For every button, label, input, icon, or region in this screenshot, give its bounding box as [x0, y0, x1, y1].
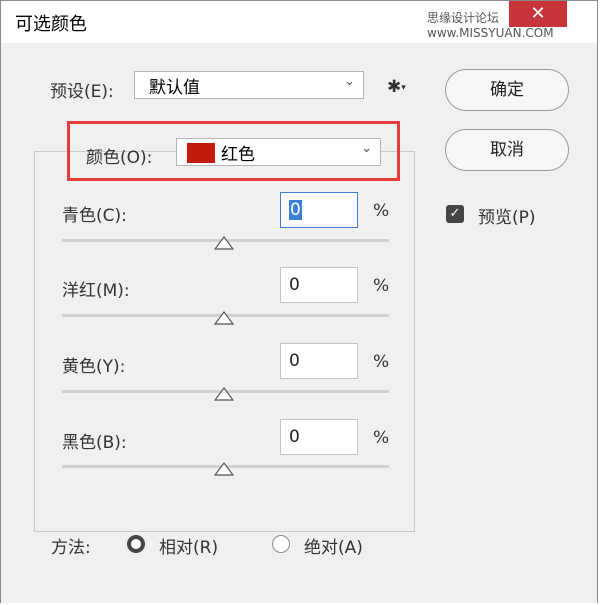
- gear-icon: ✱: [387, 77, 402, 97]
- preview-label: 预览(P): [478, 208, 536, 228]
- caret-down-icon: ▾: [401, 83, 406, 93]
- preset-label: 预设(E):: [50, 82, 114, 102]
- absolute-label: 绝对(A): [304, 538, 363, 558]
- selective-color-dialog: 可选颜色 思缘设计论坛 www.MISSYUAN.COM ✕ 预设(E): 默认…: [0, 0, 598, 603]
- yellow-slider-thumb[interactable]: [214, 387, 234, 401]
- black-value: 0: [289, 427, 300, 447]
- magenta-value: 0: [289, 275, 300, 295]
- cancel-button[interactable]: 取消: [445, 129, 569, 171]
- title-bar: 可选颜色 思缘设计论坛 www.MISSYUAN.COM ✕: [1, 1, 597, 43]
- dialog-body: 预设(E): 默认值 ⌄ ✱▾ 确定 取消 颜色(O): 红色 ⌄ 青色(C):…: [1, 43, 597, 603]
- chevron-down-icon: ⌄: [344, 74, 355, 89]
- close-button[interactable]: ✕: [509, 1, 567, 27]
- magenta-label: 洋红(M):: [62, 281, 130, 301]
- magenta-slider-thumb[interactable]: [214, 311, 234, 325]
- cyan-unit: %: [373, 201, 390, 221]
- preset-options-button[interactable]: ✱▾: [387, 77, 406, 97]
- absolute-radio[interactable]: [272, 535, 290, 553]
- yellow-value: 0: [289, 351, 300, 371]
- close-icon: ✕: [530, 3, 546, 24]
- cyan-input[interactable]: 0: [280, 192, 358, 228]
- magenta-unit: %: [373, 276, 390, 296]
- yellow-unit: %: [373, 352, 390, 372]
- black-unit: %: [373, 428, 390, 448]
- cyan-value: 0: [289, 200, 302, 220]
- preview-checkbox[interactable]: ✓: [446, 205, 464, 223]
- color-swatch: [187, 143, 215, 163]
- preset-select[interactable]: 默认值 ⌄: [134, 71, 364, 99]
- ok-button[interactable]: 确定: [445, 69, 569, 111]
- method-label: 方法:: [51, 538, 91, 558]
- black-input[interactable]: 0: [280, 419, 358, 455]
- black-slider-thumb[interactable]: [214, 462, 234, 476]
- colors-label: 颜色(O):: [86, 148, 153, 168]
- relative-radio[interactable]: [127, 535, 145, 553]
- yellow-input[interactable]: 0: [280, 343, 358, 379]
- magenta-input[interactable]: 0: [280, 267, 358, 303]
- colors-value: 红色: [221, 145, 255, 165]
- black-label: 黑色(B):: [62, 433, 127, 453]
- preset-value: 默认值: [149, 78, 200, 98]
- cyan-label: 青色(C):: [62, 206, 127, 226]
- chevron-down-icon: ⌄: [361, 141, 372, 156]
- yellow-label: 黄色(Y):: [62, 357, 126, 377]
- checkmark-icon: ✓: [449, 206, 461, 221]
- window-title: 可选颜色: [15, 14, 87, 35]
- relative-label: 相对(R): [159, 538, 219, 558]
- cyan-slider-thumb[interactable]: [214, 236, 234, 250]
